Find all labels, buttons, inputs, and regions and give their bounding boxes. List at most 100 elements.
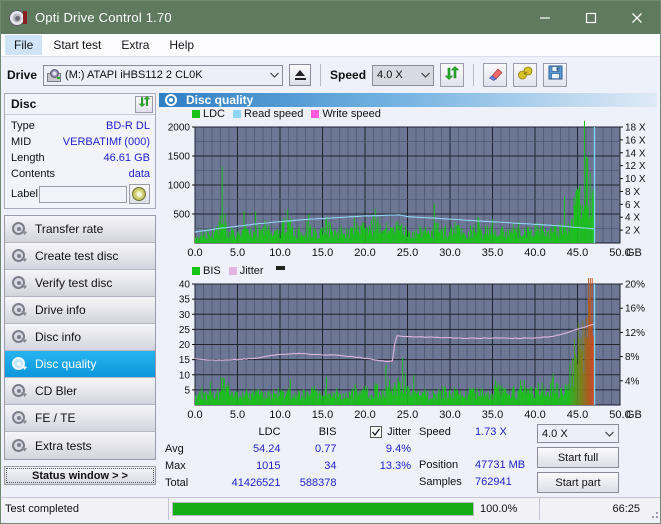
checkbox-icon[interactable]	[370, 425, 383, 438]
legend-write-speed: Write speed	[311, 108, 381, 120]
eject-button[interactable]	[289, 64, 312, 86]
sidebar-item-fe-te[interactable]: FE / TE	[5, 405, 155, 432]
sidebar-item-drive-info[interactable]: Drive info	[5, 297, 155, 324]
start-part-button[interactable]: Start part	[537, 472, 619, 493]
legend-ldc-label: LDC	[203, 108, 226, 120]
svg-text:14 X: 14 X	[625, 148, 646, 159]
sidebar-item-verify-test-disc-label: Verify test disc	[35, 276, 113, 290]
jitter-label: Jitter	[387, 425, 411, 438]
resize-grip-icon[interactable]	[648, 498, 660, 520]
legend-bis-label: BIS	[203, 265, 221, 277]
svg-text:16%: 16%	[625, 304, 645, 315]
start-part-button-label: Start part	[555, 476, 601, 489]
svg-text:25: 25	[179, 325, 191, 336]
sidebar-item-disc-quality-label: Disc quality	[35, 357, 97, 371]
stats-row-total-bis: 588378	[299, 476, 337, 489]
ldc-plot[interactable]: 500 1000 1500 2000 2 X 4 X 6 X 8 X 10 X 12 X 14 X 1…	[159, 121, 657, 261]
legend-read-speed: Read speed	[233, 108, 303, 120]
stats-row-max-bis: 34	[324, 459, 337, 472]
sidebar-item-disc-quality[interactable]: Disc quality	[5, 351, 155, 378]
svg-text:10 X: 10 X	[625, 174, 646, 185]
maximize-button[interactable]	[568, 1, 614, 34]
jitter-toggle[interactable]: Jitter	[336, 425, 415, 438]
test-speed-select-value: 4.0 X	[542, 427, 568, 440]
menu-help-label: Help	[169, 38, 195, 52]
svg-text:30: 30	[179, 310, 191, 321]
stats-row-max-key: Max	[165, 459, 186, 472]
sidebar-item-create-test-disc[interactable]: Create test disc	[5, 243, 155, 270]
menu-file[interactable]: File	[5, 35, 43, 55]
disc-refresh-button[interactable]	[135, 95, 153, 113]
sidebar-item-cd-bler[interactable]: CD Bler	[5, 378, 155, 405]
svg-text:15: 15	[179, 355, 191, 366]
menu-bar: File Start test Extra Help	[1, 34, 660, 57]
samples-key: Samples	[419, 475, 462, 488]
charts-area: LDC Read speed Write speed 500 1000 1500 20…	[159, 107, 657, 497]
svg-text:2000: 2000	[168, 123, 191, 134]
svg-text:500: 500	[173, 210, 190, 221]
disc-create-icon	[12, 249, 27, 263]
svg-text:0.0: 0.0	[187, 247, 202, 259]
minimize-button[interactable]	[522, 1, 568, 34]
cd-icon	[132, 187, 147, 201]
test-nav-list: Transfer rate Create test disc Verify te…	[4, 215, 156, 460]
disc-label-input[interactable]	[39, 185, 128, 203]
erase-button[interactable]	[483, 63, 508, 87]
menu-help[interactable]: Help	[160, 35, 203, 55]
disc-label-button[interactable]	[128, 184, 150, 204]
sidebar-item-transfer-rate[interactable]: Transfer rate	[5, 216, 155, 243]
close-button[interactable]	[614, 1, 660, 34]
svg-text:4 X: 4 X	[625, 213, 640, 224]
status-bar: Test completed 100.0% 66:25	[1, 497, 660, 520]
test-speed-select[interactable]: 4.0 X	[537, 424, 619, 443]
bis-chart-legend: BIS Jitter	[159, 264, 657, 278]
svg-text:8%: 8%	[625, 352, 640, 363]
stats-col-bis: BIS	[318, 425, 337, 438]
speed-select[interactable]: 4.0 X	[372, 64, 435, 86]
disc-label-key: Label	[11, 188, 38, 200]
svg-text:10.0: 10.0	[269, 247, 290, 259]
svg-text:10: 10	[179, 370, 191, 381]
disc-row-contents-key: Contents	[11, 168, 56, 180]
disc-info-icon	[12, 330, 27, 344]
speed-select-value: 4.0 X	[377, 69, 403, 81]
disc-verify-icon	[12, 276, 27, 290]
drive-select[interactable]: (M:) ATAPI iHBS112 2 CL0K	[43, 64, 284, 86]
svg-text:18 X: 18 X	[625, 123, 646, 134]
menu-file-label: File	[14, 38, 34, 52]
disc-row-contents: Contents data	[11, 166, 150, 182]
sidebar-item-disc-info-label: Disc info	[35, 330, 82, 344]
plug-button[interactable]	[513, 63, 538, 87]
disc-quality-icon	[165, 93, 179, 107]
stats-row-max-ldc: 1015	[256, 459, 281, 472]
test-controls: Speed 1.73 X Position 47731 MB Samples 7…	[415, 423, 657, 497]
svg-text:15.0: 15.0	[312, 247, 333, 259]
menu-start-test[interactable]: Start test	[44, 35, 110, 55]
save-button[interactable]	[543, 63, 568, 87]
drive-select-value: (M:) ATAPI iHBS112 2 CL0K	[65, 69, 203, 81]
cd-bler-icon	[12, 384, 27, 398]
svg-text:4%: 4%	[625, 376, 640, 387]
svg-text:20.0: 20.0	[354, 247, 375, 259]
bis-jitter-chart-block: BIS Jitter 5 10 15 20 25 30 35 40 4% 8% 12% 16% 20% 0…	[159, 264, 657, 423]
right-panel: Disc quality LDC Read speed Write speed …	[159, 93, 657, 497]
menu-extra[interactable]: Extra	[112, 35, 158, 55]
sidebar-item-transfer-rate-label: Transfer rate	[35, 222, 104, 236]
svg-text:35.0: 35.0	[482, 409, 503, 421]
start-full-button[interactable]: Start full	[537, 447, 619, 468]
disc-row-type-value: BD-R DL	[105, 120, 150, 132]
sidebar-item-fe-te-label: FE / TE	[35, 411, 76, 425]
disc-row-type-key: Type	[11, 120, 35, 132]
sidebar-item-verify-test-disc[interactable]: Verify test disc	[5, 270, 155, 297]
stats-row-max-jitter: 13.3%	[379, 459, 411, 472]
progress-bar	[172, 501, 474, 516]
svg-text:8 X: 8 X	[625, 187, 640, 198]
panel-title: Disc quality	[186, 93, 254, 107]
sidebar-item-extra-tests[interactable]: Extra tests	[5, 432, 155, 459]
sidebar-item-disc-info[interactable]: Disc info	[5, 324, 155, 351]
bis-jitter-plot[interactable]: 5 10 15 20 25 30 35 40 4% 8% 12% 16% 20% 0.0 5.0 10.0 15…	[159, 278, 657, 423]
status-window-button[interactable]: Status window > >	[4, 466, 156, 485]
chevron-down-icon	[266, 72, 282, 78]
refresh-button[interactable]	[440, 63, 465, 87]
window-title: Opti Drive Control 1.70	[35, 10, 172, 25]
